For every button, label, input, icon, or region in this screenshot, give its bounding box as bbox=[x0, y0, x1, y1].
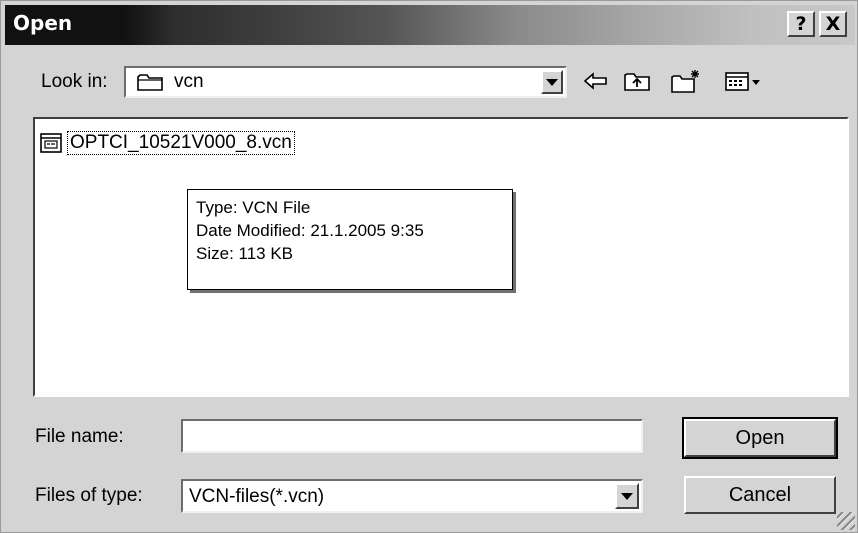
file-type-dropdown-button[interactable] bbox=[615, 483, 639, 509]
tooltip-type: Type: VCN File bbox=[196, 198, 311, 217]
open-button[interactable]: Open bbox=[682, 417, 838, 459]
tooltip-size: Size: 113 KB bbox=[196, 244, 294, 263]
title-bar[interactable]: Open ? X bbox=[5, 5, 855, 45]
file-type-combo[interactable]: VCN-files(*.vcn) bbox=[181, 479, 643, 513]
look-in-combo[interactable]: vcn bbox=[124, 66, 567, 98]
new-folder-icon bbox=[671, 70, 699, 93]
dialog-title: Open bbox=[13, 11, 73, 35]
look-in-dropdown-button[interactable] bbox=[541, 70, 563, 94]
look-in-value: vcn bbox=[174, 71, 204, 92]
create-new-folder-button[interactable] bbox=[669, 67, 703, 95]
file-name-label: OPTCI_10521V000_8.vcn bbox=[67, 131, 295, 155]
back-button[interactable] bbox=[581, 67, 611, 95]
view-menu-icon bbox=[725, 72, 760, 91]
help-button[interactable]: ? bbox=[787, 11, 815, 37]
file-name-input[interactable] bbox=[181, 419, 643, 453]
file-type-value: VCN-files(*.vcn) bbox=[189, 486, 325, 507]
chevron-down-icon bbox=[546, 78, 558, 86]
view-menu-button[interactable] bbox=[723, 67, 767, 95]
tooltip-date-modified: Date Modified: 21.1.2005 9:35 bbox=[196, 221, 424, 240]
look-in-label: Look in: bbox=[41, 71, 108, 92]
up-one-level-button[interactable] bbox=[621, 67, 653, 95]
back-arrow-icon bbox=[583, 72, 607, 90]
list-item[interactable]: OPTCI_10521V000_8.vcn bbox=[39, 131, 295, 155]
up-folder-icon bbox=[624, 73, 650, 91]
resize-grip[interactable] bbox=[837, 512, 855, 530]
vcn-file-icon bbox=[40, 133, 62, 153]
folder-icon bbox=[136, 72, 164, 97]
file-info-tooltip: Type: VCN File Date Modified: 21.1.2005 … bbox=[187, 189, 513, 290]
files-of-type-label: Files of type: bbox=[35, 485, 143, 506]
close-button[interactable]: X bbox=[819, 11, 847, 37]
chevron-down-icon bbox=[621, 492, 633, 500]
open-dialog: Open ? X Look in: vcn OPTCI_10521V000_8.… bbox=[0, 0, 858, 533]
cancel-button[interactable]: Cancel bbox=[684, 476, 836, 514]
file-name-label-text: File name: bbox=[35, 426, 124, 447]
